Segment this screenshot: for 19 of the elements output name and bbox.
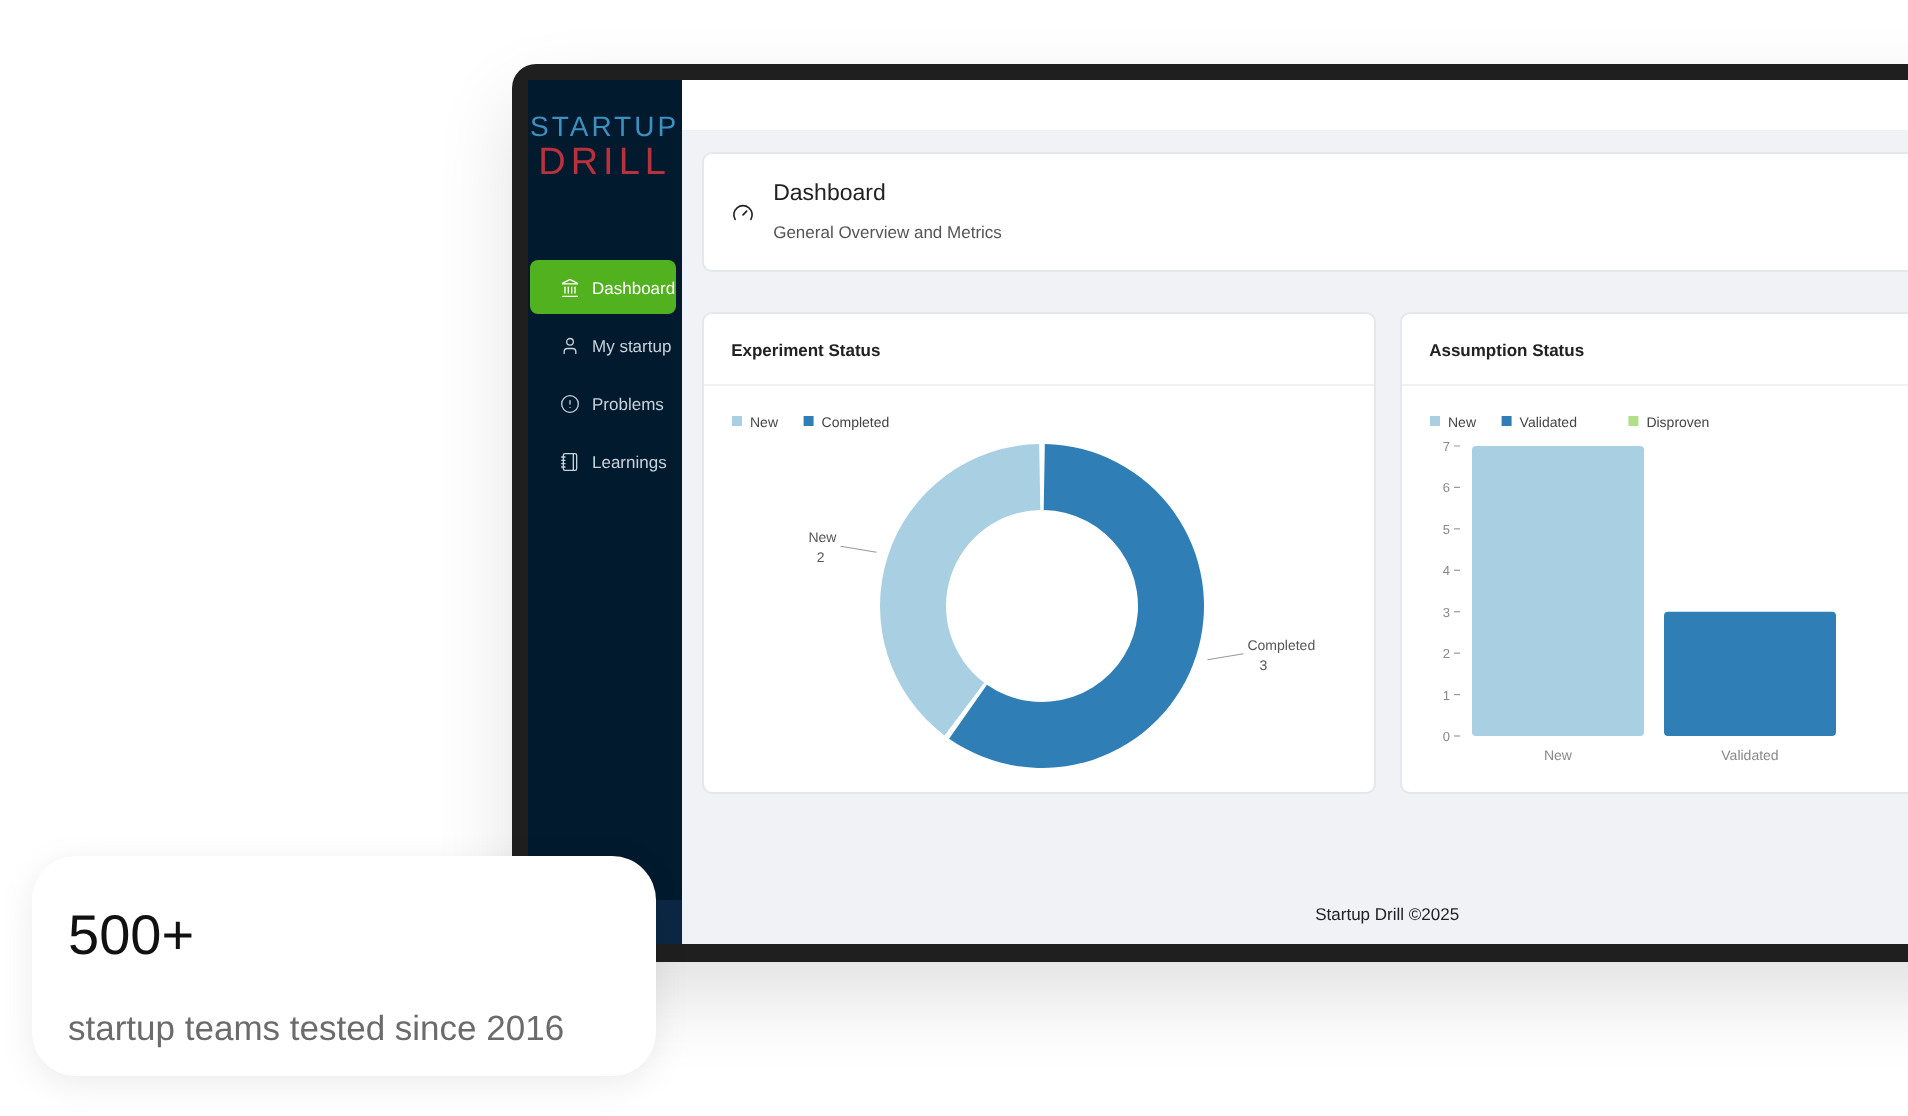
alert-icon [560, 393, 580, 413]
leader-line [839, 545, 877, 553]
bank-icon [560, 277, 580, 297]
nav-item[interactable]: Learnings [530, 434, 676, 488]
leader-line [1206, 653, 1244, 661]
card-title: Assumption Status [1401, 314, 1908, 386]
page-title: Dashboard [773, 182, 888, 206]
card-title: Experiment Status [703, 314, 1374, 386]
logo-text: DRILL [538, 142, 671, 184]
notebook-icon [560, 451, 580, 471]
footer-text: Startup Drill ©2025 [1315, 904, 1460, 924]
nav-item[interactable]: My startup [530, 318, 676, 372]
stat-value: 500+ [68, 904, 197, 968]
nav-item[interactable]: Problems [530, 376, 676, 430]
stat-caption: startup teams tested since 2016 [68, 1008, 567, 1050]
logo-text: STARTUP [530, 110, 680, 142]
page-subtitle: General Overview and Metrics [773, 222, 1002, 242]
gauge-icon [731, 201, 754, 223]
user-icon [560, 335, 580, 355]
